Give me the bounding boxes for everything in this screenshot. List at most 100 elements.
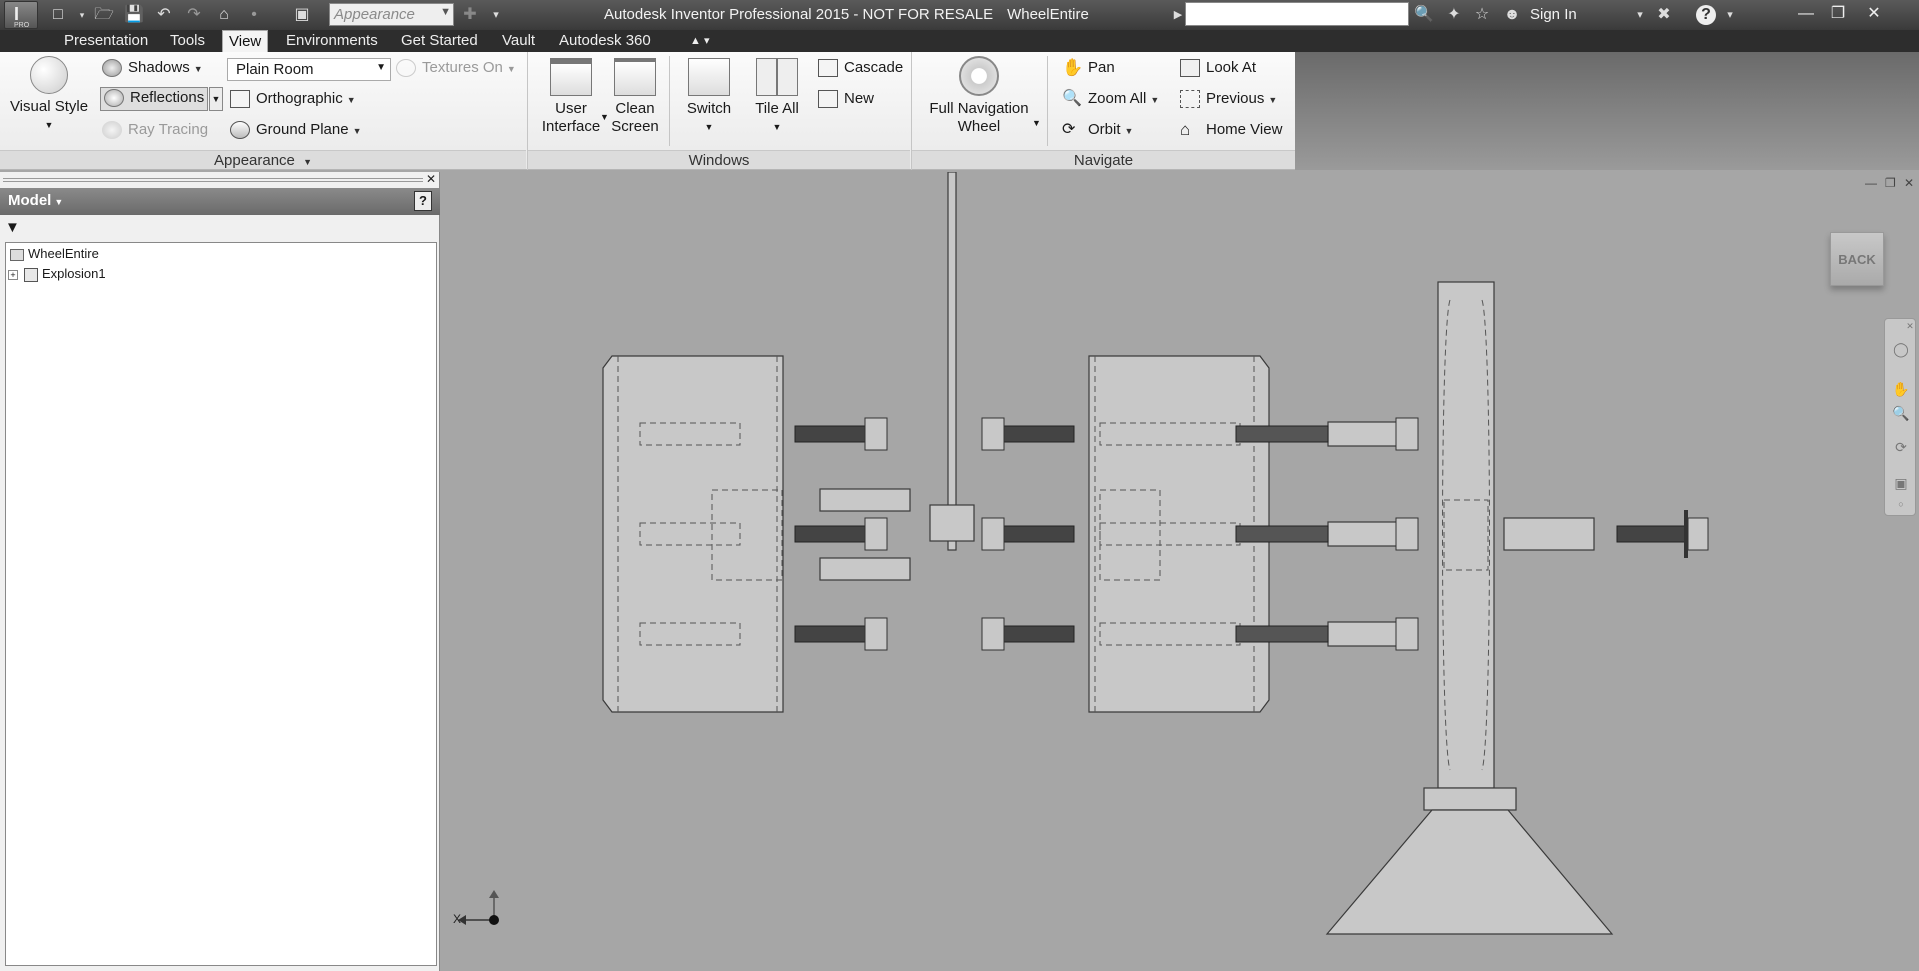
minimize-window-icon[interactable]: —	[1792, 3, 1820, 25]
user-interface-button[interactable]: User Interface	[536, 58, 606, 136]
chevron-down-icon[interactable]: ▾	[1630, 5, 1650, 25]
new-window-icon	[818, 90, 838, 109]
chevron-down-icon[interactable]: ▾	[72, 5, 92, 25]
stand-collar[interactable]	[1423, 787, 1517, 811]
tab-presentation[interactable]: Presentation	[58, 30, 154, 52]
screw-left-top[interactable]	[794, 417, 888, 451]
look-at-icon	[1180, 59, 1200, 78]
zoom-icon[interactable]: 🔍	[1892, 405, 1910, 421]
ribbon-display-options-icon[interactable]: ▲ ▾	[684, 30, 715, 52]
cascade-button[interactable]: Cascade	[818, 59, 903, 78]
left-block[interactable]	[602, 355, 784, 713]
zoom-all-button[interactable]: 🔍 Zoom All ▼	[1062, 90, 1159, 108]
switch-windows-icon	[688, 58, 730, 96]
sign-in-link[interactable]: Sign In	[1530, 6, 1577, 23]
maximize-window-icon[interactable]: ❐	[1824, 3, 1852, 25]
look-at-label: Look At	[1206, 59, 1257, 76]
tree-item-wheelentire[interactable]: WheelEntire	[10, 246, 99, 261]
screw-left-mid[interactable]	[794, 517, 888, 551]
properties-icon[interactable]: ▣	[292, 5, 312, 25]
textures-on-button[interactable]: Textures On ▼	[396, 59, 516, 78]
right-pin-bottom[interactable]	[1327, 621, 1399, 647]
help-search-input[interactable]	[1185, 2, 1409, 26]
previous-view-button[interactable]: Previous ▼	[1180, 90, 1277, 109]
favorites-star-icon[interactable]: ☆	[1472, 5, 1492, 25]
filter-icon[interactable]: ▼	[5, 220, 21, 236]
orbit-button[interactable]: ⟳ Orbit ▼	[1062, 121, 1133, 139]
stand-base[interactable]	[1325, 809, 1614, 935]
tile-all-button[interactable]: Tile All ▼	[744, 58, 810, 136]
far-right-pin[interactable]	[1503, 517, 1595, 551]
textures-icon	[396, 59, 416, 78]
redo-icon[interactable]: ↷	[184, 5, 204, 25]
chevron-down-icon[interactable]: ▼	[1032, 118, 1041, 128]
exchange-apps-icon[interactable]: ✖	[1654, 5, 1674, 25]
switch-button[interactable]: Switch ▼	[676, 58, 742, 136]
add-icon[interactable]: ✚	[460, 5, 480, 25]
open-folder-icon[interactable]: 🗁	[94, 5, 114, 25]
undo-icon[interactable]: ↶	[154, 5, 174, 25]
tab-autodesk-360[interactable]: Autodesk 360	[553, 30, 657, 52]
subscription-icon[interactable]: ✦	[1444, 5, 1464, 25]
expand-plus-icon[interactable]: +	[8, 269, 18, 280]
screw-far-right[interactable]	[1616, 510, 1709, 558]
shadows-button[interactable]: Shadows ▼	[102, 59, 203, 78]
right-pin-top[interactable]	[1327, 421, 1399, 447]
tab-vault[interactable]: Vault	[496, 30, 541, 52]
close-window-icon[interactable]: ✕	[1860, 3, 1888, 25]
right-pin-mid[interactable]	[1327, 521, 1399, 547]
tab-view[interactable]: View	[222, 30, 269, 52]
screw-left-bottom[interactable]	[794, 617, 888, 651]
pin-lower[interactable]	[819, 557, 911, 581]
clean-screen-button[interactable]: Clean Screen	[606, 58, 664, 136]
tab-tools[interactable]: Tools	[164, 30, 211, 52]
look-at-icon[interactable]: ▣	[1892, 475, 1910, 491]
new-window-button[interactable]: New	[818, 90, 874, 109]
viewcube[interactable]: BACK	[1830, 232, 1884, 286]
tree-item-explosion1[interactable]: + Explosion1	[8, 266, 106, 282]
screw-mid-bottom[interactable]	[981, 617, 1075, 651]
pan-hand-icon[interactable]: ✋	[1892, 381, 1910, 397]
browser-grip[interactable]	[3, 178, 423, 182]
ground-plane-button[interactable]: Ground Plane ▼	[230, 121, 362, 140]
model-drawing[interactable]	[441, 172, 1919, 971]
close-browser-icon[interactable]: ✕	[426, 172, 436, 186]
steering-wheel-icon[interactable]: ◯	[1892, 341, 1910, 357]
vertical-rod[interactable]	[947, 172, 957, 551]
chevron-down-icon[interactable]: ▾	[1720, 5, 1740, 25]
look-at-button[interactable]: Look At	[1180, 59, 1257, 78]
rod-hub[interactable]	[929, 504, 975, 542]
save-icon[interactable]: 💾	[124, 5, 144, 25]
browser-help-icon[interactable]: ?	[414, 191, 432, 211]
search-icon[interactable]: 🔍	[1414, 5, 1434, 25]
full-navigation-wheel-button[interactable]: Full Navigation Wheel	[920, 56, 1038, 136]
select-priority-icon[interactable]: •	[244, 5, 264, 25]
customize-quick-access-icon[interactable]: ▾	[486, 5, 506, 25]
appearance-panel-title[interactable]: Appearance ▼	[0, 150, 526, 169]
pan-button[interactable]: ✋ Pan	[1062, 59, 1115, 77]
reflections-button[interactable]: Reflections	[100, 87, 209, 111]
stand-column[interactable]	[1437, 281, 1495, 789]
screw-mid-top[interactable]	[981, 417, 1075, 451]
chevron-down-icon: ▼	[1124, 126, 1134, 136]
orbit-icon[interactable]: ⟳	[1892, 439, 1910, 455]
visual-style-button[interactable]: Visual Style ▼	[6, 56, 92, 134]
reflections-dropdown[interactable]: ▼	[209, 87, 223, 111]
application-menu-button[interactable]: I PRO	[4, 1, 38, 29]
orthographic-button[interactable]: Orthographic ▼	[230, 90, 356, 109]
tab-environments[interactable]: Environments	[280, 30, 384, 52]
tab-get-started[interactable]: Get Started	[395, 30, 484, 52]
new-file-icon[interactable]: □	[48, 5, 68, 25]
customize-icon[interactable]: ○	[1892, 499, 1910, 515]
home-view-button[interactable]: ⌂ Home View	[1180, 121, 1282, 139]
user-icon[interactable]: ☻	[1502, 5, 1522, 25]
screw-mid-mid[interactable]	[981, 517, 1075, 551]
home-icon[interactable]: ⌂	[214, 5, 234, 25]
browser-header[interactable]: Model ▼	[0, 188, 440, 215]
pin-upper[interactable]	[819, 488, 911, 512]
ray-tracing-button[interactable]: Ray Tracing	[102, 121, 208, 140]
environment-select[interactable]: Plain Room ▼	[227, 58, 391, 81]
appearance-combo[interactable]: Appearance ▼	[329, 3, 454, 26]
help-icon[interactable]: ?	[1696, 5, 1716, 25]
close-icon[interactable]: ✕	[1905, 321, 1915, 337]
